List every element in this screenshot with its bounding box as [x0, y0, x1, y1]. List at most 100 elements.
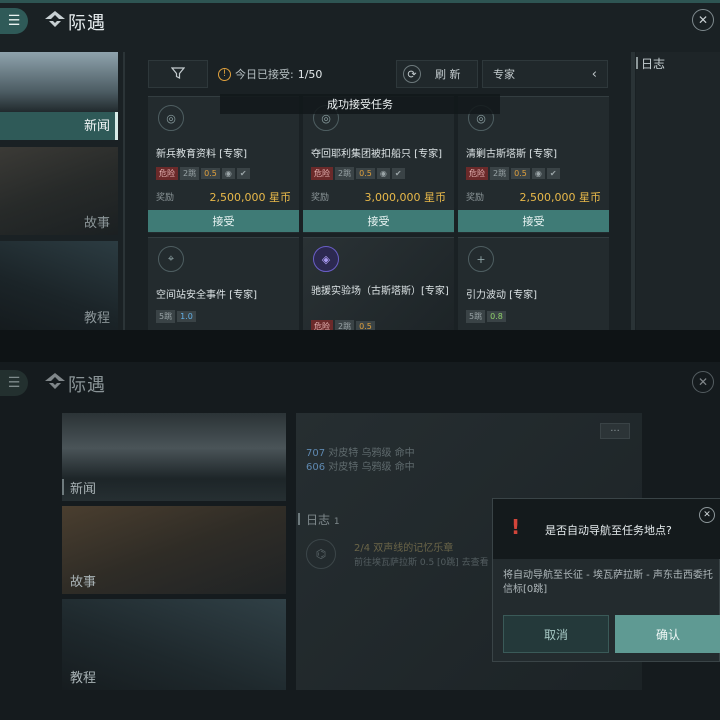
- dialog-body: 将自动导航至长征 - 埃瓦萨拉斯 - 声东击西委托信标[0跳]: [503, 570, 713, 595]
- filter-icon: [170, 66, 186, 83]
- top-screen: ☰ 际遇 ✕ 新闻 故事 教程 ! 今日已接受: 1/50 ⟳ 刷 新 专家 ‹…: [0, 0, 720, 330]
- filter-button[interactable]: [148, 60, 208, 88]
- top-border: [0, 0, 720, 3]
- reward-label: 奖励: [311, 193, 330, 203]
- refresh-button[interactable]: ⟳ 刷 新: [396, 60, 478, 88]
- daily-label: 今日已接受:: [235, 68, 294, 81]
- menu-button[interactable]: ☰: [0, 8, 28, 34]
- danger-tag: 危险: [156, 167, 178, 180]
- sidebar-item-story[interactable]: 故事: [0, 147, 118, 235]
- mission-title: 空间站安全事件 [专家]: [156, 290, 257, 301]
- daily-count: 1/50: [297, 67, 323, 81]
- close-button[interactable]: ✕: [692, 9, 714, 31]
- hamburger-icon: ☰: [7, 375, 21, 391]
- mission-card[interactable]: ◎ 夺回耶利集团被扣船只 [专家] 危险 2跳 0.5 ◉ ✔ 奖励 3,000,000…: [303, 96, 454, 233]
- log-panel: 日志: [636, 52, 720, 330]
- reward-value: 3,000,000 星币: [364, 191, 446, 204]
- mission-card[interactable]: ⌖ 空间站安全事件 [专家] 5跳 1.0: [148, 237, 299, 330]
- success-toast: 成功接受任务: [220, 94, 500, 114]
- cancel-button[interactable]: 取消: [503, 615, 609, 653]
- mission-tags: 危险 2跳 0.5: [311, 314, 377, 330]
- log-title: 日志: [641, 57, 666, 71]
- more-button[interactable]: ···: [600, 423, 630, 439]
- feed-code: 707: [306, 448, 326, 459]
- log-marker: [636, 57, 638, 69]
- close-icon: ✕: [703, 510, 711, 520]
- refresh-label: 刷 新: [435, 68, 461, 81]
- check-icon: ✔: [391, 168, 405, 179]
- mission-card[interactable]: ◈ 驰援实验场（古斯塔斯）[专家] 危险 2跳 0.5: [303, 237, 454, 330]
- jumps-tag: 2跳: [490, 167, 510, 180]
- globe-icon: ◉: [221, 168, 235, 179]
- feed-code: 606: [306, 462, 326, 473]
- feed-line: 707 对皮特 乌鸦级 命中: [306, 447, 415, 461]
- danger-tag: 危险: [311, 167, 333, 180]
- mission-title: 清剿古斯塔斯 [专家]: [466, 149, 557, 160]
- log-divider: [631, 52, 635, 330]
- mission-card[interactable]: ◎ 清剿古斯塔斯 [专家] 危险 2跳 0.5 ◉ ✔ 奖励 2,500,000 星币 …: [458, 96, 609, 233]
- log-count: 1: [333, 517, 340, 527]
- log-title: 日志: [306, 513, 331, 527]
- warning-icon: !: [218, 67, 231, 81]
- log-marker: [298, 513, 300, 525]
- mission-tags: 危险 2跳 0.5 ◉ ✔: [466, 161, 562, 180]
- difficulty-select[interactable]: 专家 ‹: [482, 60, 608, 88]
- sidebar-item-news[interactable]: 新闻: [0, 52, 118, 140]
- sidebar-item-story[interactable]: 故事: [62, 506, 286, 594]
- hamburger-icon: ☰: [7, 13, 21, 29]
- security-tag: 0.5: [201, 168, 220, 179]
- refresh-icon: ⟳: [403, 65, 421, 83]
- mission-tags: 危险 2跳 0.5 ◉ ✔: [156, 161, 252, 180]
- mission-card[interactable]: + 引力波动 [专家] 5跳 0.8: [458, 237, 609, 330]
- mission-target-icon: ◎: [158, 105, 184, 131]
- sidebar-item-news[interactable]: 新闻: [62, 413, 286, 501]
- accept-button[interactable]: 接受: [458, 210, 609, 232]
- mission-title: 驰援实验场（古斯塔斯）[专家]: [311, 286, 449, 297]
- mission-title: 夺回耶利集团被扣船只 [专家]: [311, 149, 442, 160]
- feed-text: 对皮特 乌鸦级 命中: [328, 462, 415, 473]
- mission-card[interactable]: ◎ 新兵教育资料 [专家] 危险 2跳 0.5 ◉ ✔ 奖励 2,500,000 星币 …: [148, 96, 299, 233]
- sidebar-item-label: 新闻: [83, 119, 110, 134]
- accept-button[interactable]: 接受: [148, 210, 299, 232]
- jumps-tag: 5跳: [466, 310, 486, 323]
- log-entry-progress: 2/4: [354, 543, 371, 554]
- mission-title: 新兵教育资料 [专家]: [156, 149, 247, 160]
- security-tag: 0.5: [356, 321, 375, 330]
- jumps-tag: 2跳: [335, 167, 355, 180]
- bottom-screen: ☰ 际遇 ✕ 新闻 故事 教程 ··· 707 对皮特 乌鸦级 命中 606 对…: [0, 362, 720, 720]
- check-icon: ✔: [236, 168, 250, 179]
- daily-accepted: ! 今日已接受: 1/50: [218, 66, 322, 82]
- reward-label: 奖励: [156, 193, 175, 203]
- dialog-close-button[interactable]: ✕: [699, 507, 715, 523]
- jumps-tag: 5跳: [156, 310, 176, 323]
- sidebar-item-tutorial[interactable]: 教程: [0, 241, 118, 330]
- log-entry-name: 双声线的记忆乐章: [373, 543, 454, 554]
- page-title: 际遇: [68, 13, 106, 34]
- difficulty-value: 专家: [493, 68, 515, 81]
- danger-tag: 危险: [466, 167, 488, 180]
- sidebar-item-label: 故事: [83, 216, 110, 231]
- sidebar-item-label: 新闻: [70, 482, 97, 497]
- navigation-dialog: ! 是否自动导航至任务地点? ✕ 将自动导航至长征 - 埃瓦萨拉斯 - 声东击西…: [492, 498, 720, 662]
- security-tag: 0.8: [487, 311, 506, 322]
- combat-feed: 707 对皮特 乌鸦级 命中 606 对皮特 乌鸦级 命中: [306, 447, 415, 475]
- dialog-title: 是否自动导航至任务地点?: [545, 524, 672, 537]
- globe-icon: ◉: [376, 168, 390, 179]
- accept-button[interactable]: 接受: [303, 210, 454, 232]
- feed-text: 对皮特 乌鸦级 命中: [328, 448, 415, 459]
- globe-icon: ◉: [531, 168, 545, 179]
- mission-tags: 危险 2跳 0.5 ◉ ✔: [311, 161, 407, 180]
- page-title: 际遇: [68, 375, 106, 396]
- plus-icon: +: [468, 246, 494, 272]
- confirm-button[interactable]: 确认: [615, 615, 720, 653]
- chevron-left-icon: ‹: [591, 66, 597, 82]
- close-button[interactable]: ✕: [692, 371, 714, 393]
- check-icon: ✔: [546, 168, 560, 179]
- menu-button[interactable]: ☰: [0, 370, 28, 396]
- selected-marker: [62, 479, 64, 495]
- sidebar-divider: [123, 52, 125, 330]
- mission-tags: 5跳 1.0: [156, 304, 198, 323]
- security-tag: 0.5: [511, 168, 530, 179]
- log-entry-detail: 前往埃瓦萨拉斯 0.5 [0跳] 去查看: [354, 558, 489, 568]
- sidebar-item-tutorial[interactable]: 教程: [62, 599, 286, 690]
